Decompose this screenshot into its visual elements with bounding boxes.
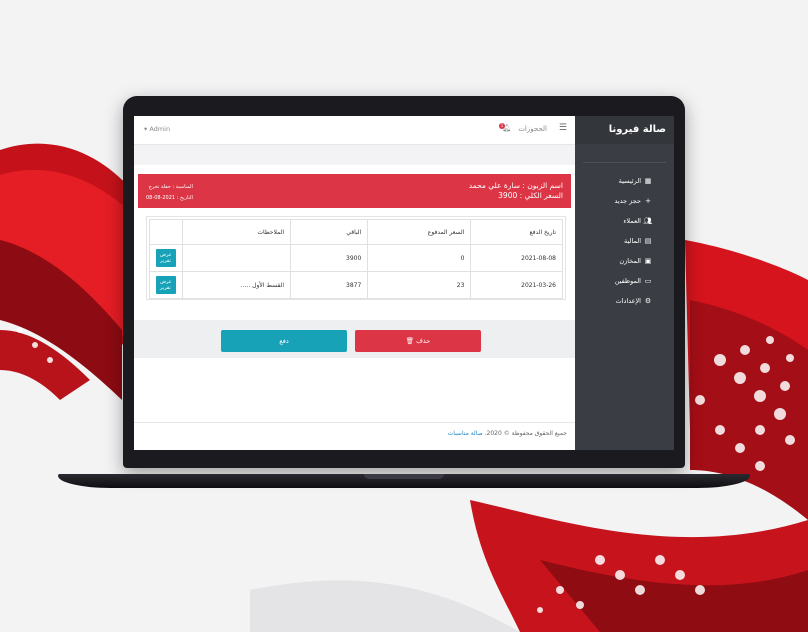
sidebar: صالة فيرونا ▦الرئيسية + حجز جديد 👥︎العملا… [575,116,674,450]
cell-notes [181,244,292,272]
customer-info-banner: اسم الزبون : سارة علي محمد السعر الكلي :… [138,174,571,208]
footer-divider [134,422,575,423]
header-remaining: الباقي [290,219,369,245]
sidebar-item-settings[interactable]: ⚙الإعدادات [575,291,674,311]
user-name: Admin [149,125,171,133]
sidebar-item-label: الرئيسية [618,177,641,185]
total-price: السعر الكلي : 3900 [498,191,563,200]
view-report-button[interactable]: عرض تقرير [156,249,176,267]
sidebar-divider [583,162,666,163]
sidebar-item-label: حجز جديد [614,197,641,205]
sidebar-item-label: الإعدادات [615,297,641,305]
users-icon: 👥︎ [643,217,652,225]
brand-title[interactable]: صالة فيرونا [575,116,674,144]
plus-icon: + [645,197,651,205]
header-notes: الملاحظات [181,219,292,245]
laptop-notch [364,474,444,479]
view-report-button[interactable]: عرض تقرير [156,276,176,294]
sidebar-nav: ▦الرئيسية + حجز جديد 👥︎العملاء ▤المالية ▣… [575,171,674,311]
sidebar-item-finance[interactable]: ▤المالية [575,231,674,251]
cell-notes: القسط الأول ..... [181,271,292,299]
sidebar-item-label: الموظفين [614,277,641,285]
pay-button[interactable]: دفع [221,330,347,352]
payments-table: تاريخ الدفع السعر المدفوع الباقي الملاحظ… [149,219,563,299]
payments-table-card: تاريخ الدفع السعر المدفوع الباقي الملاحظ… [146,216,566,300]
cell-date: 2021-03-26 [470,271,563,299]
cogs-icon: ⚙ [644,297,652,305]
reservations-link[interactable]: الحجوزات [518,125,547,133]
top-navbar: ▾ Admin 1 🔔︎ الحجوزات ☰ [134,116,575,145]
cell-paid: 23 [367,271,472,299]
trash-icon: 🗑︎ [405,337,414,345]
table-header-row: تاريخ الدفع السعر المدفوع الباقي الملاحظ… [149,219,563,245]
grid-icon: ▦ [644,177,652,185]
cell-action: عرض تقرير [149,271,183,299]
bell-icon[interactable]: 🔔︎ [502,124,511,132]
menu-toggle-icon[interactable]: ☰ [559,123,567,133]
footer: جميع الحقوق محفوظة © 2020. صالة مناسبات [448,430,567,437]
copyright-text: جميع الحقوق محفوظة © 2020. [484,430,567,437]
cell-remaining: 3877 [290,271,369,299]
delete-label: حذف [416,337,431,345]
sidebar-item-customers[interactable]: 👥︎العملاء [575,211,674,231]
file-icon: ▤ [644,237,652,245]
app-screen: ▾ Admin 1 🔔︎ الحجوزات ☰ اسم الزبون : سار… [134,116,674,450]
occasion: المناسبة : حفلة تخرج [148,184,193,190]
main-content: ▾ Admin 1 🔔︎ الحجوزات ☰ اسم الزبون : سار… [134,116,575,450]
customer-name: اسم الزبون : سارة علي محمد [468,181,563,190]
sidebar-item-label: العملاء [623,217,641,225]
sidebar-item-new-booking[interactable]: + حجز جديد [575,191,674,211]
header-actions [149,219,183,245]
delete-button[interactable]: 🗑︎ حذف [355,330,481,352]
table-row: 2021-08-08 0 3900 عرض تقرير [149,244,563,272]
page-header-strip [134,145,575,165]
sidebar-item-label: المخازن [619,257,641,265]
sidebar-item-home[interactable]: ▦الرئيسية [575,171,674,191]
header-payment-date: تاريخ الدفع [470,219,563,245]
event-date: التاريخ : 2021-08-08 [146,195,193,201]
footer-link[interactable]: صالة مناسبات [448,430,483,437]
action-bar: 🗑︎ حذف دفع [134,320,575,358]
table-row: 2021-03-26 23 3877 القسط الأول ..... عرض… [149,271,563,299]
cell-date: 2021-08-08 [470,244,563,272]
sidebar-item-label: المالية [624,237,641,245]
cell-remaining: 3900 [290,244,369,272]
cell-action: عرض تقرير [149,244,183,272]
cell-paid: 0 [367,244,472,272]
header-paid-amount: السعر المدفوع [367,219,472,245]
sidebar-item-employees[interactable]: ▭الموظفين [575,271,674,291]
sidebar-item-warehouses[interactable]: ▣المخازن [575,251,674,271]
user-menu[interactable]: ▾ Admin [144,125,170,133]
warehouse-icon: ▣ [644,257,652,265]
id-card-icon: ▭ [644,277,652,285]
